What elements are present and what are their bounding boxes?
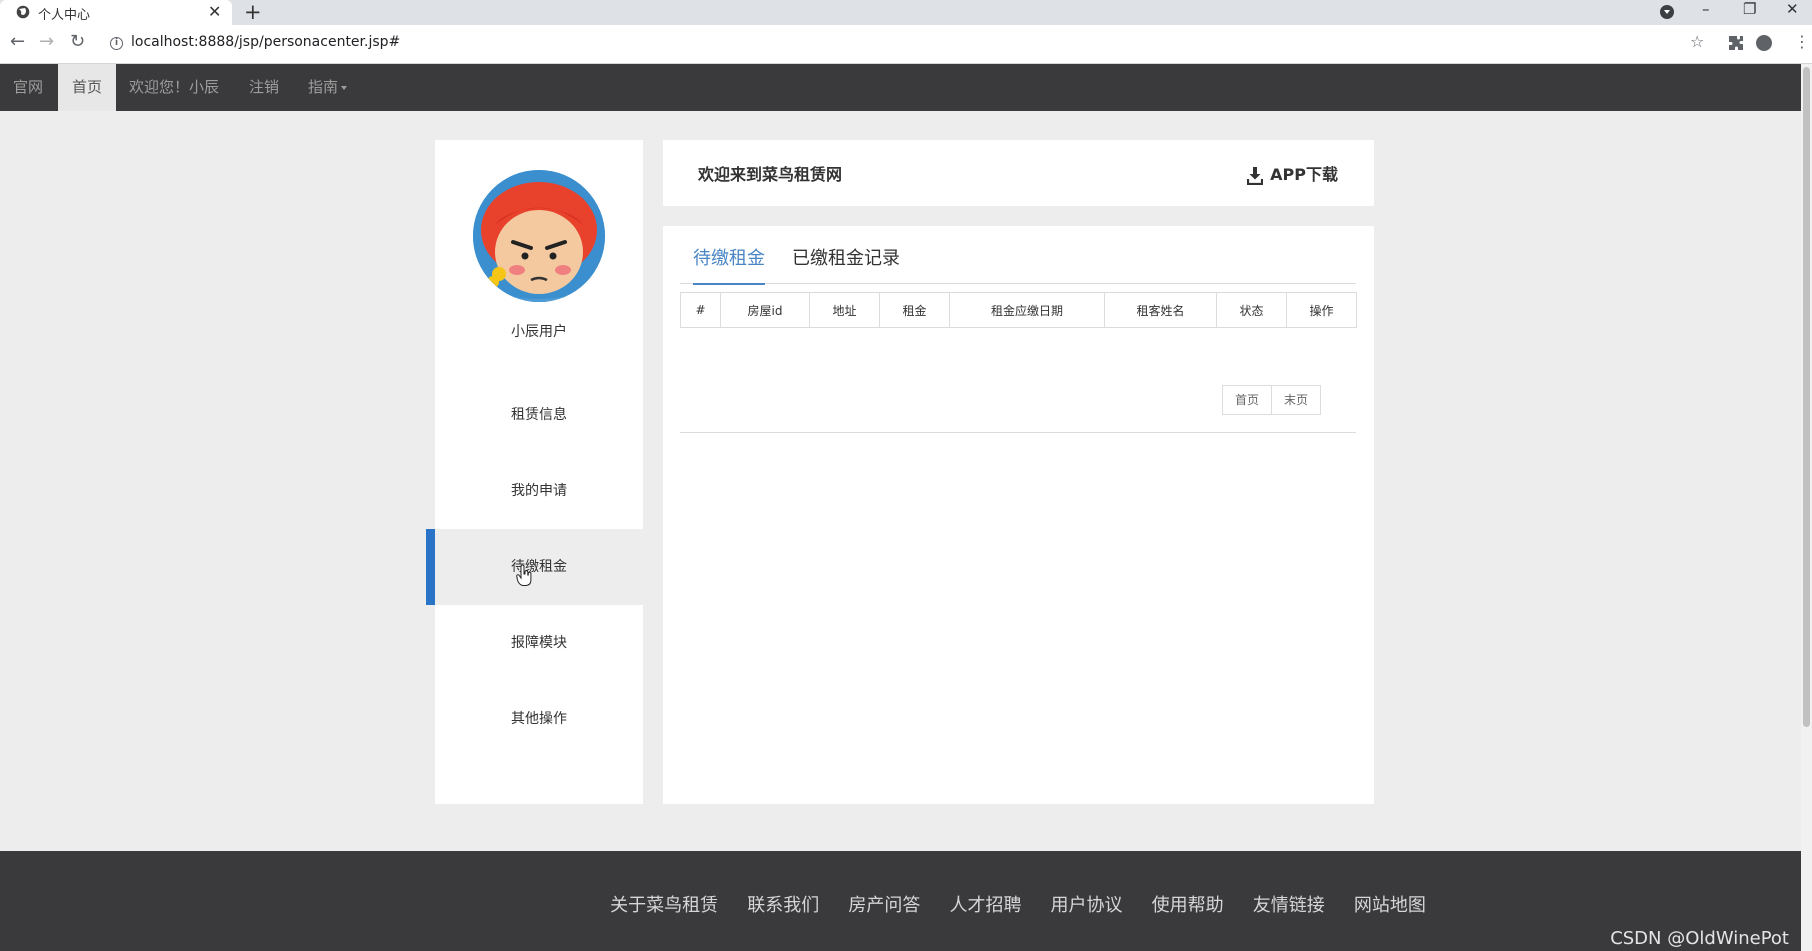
column-header-due-date: 租金应缴日期 xyxy=(949,292,1105,328)
rent-tabs: 待缴租金 已缴租金记录 xyxy=(680,226,1356,285)
scrollbar-thumb[interactable] xyxy=(1803,67,1810,727)
column-header-status: 状态 xyxy=(1216,292,1287,328)
footer-links: 关于菜鸟租赁 联系我们 房产问答 人才招聘 用户协议 使用帮助 友情链接 网站地… xyxy=(0,891,1812,917)
tab-pending-rent[interactable]: 待缴租金 xyxy=(693,244,765,285)
profile-icon[interactable] xyxy=(1756,35,1772,51)
tab-search-icon[interactable] xyxy=(1660,5,1674,19)
browser-tab-strip: 个人中心 ✕ + – ❐ ✕ xyxy=(0,0,1812,25)
nav-home[interactable]: 首页 xyxy=(58,64,116,111)
sidebar-item-my-applications[interactable]: 我的申请 xyxy=(435,453,643,529)
main-panel: 待缴租金 已缴租金记录 # 房屋id 地址 租金 租金应缴日期 租客姓名 状态 … xyxy=(663,226,1374,804)
download-icon xyxy=(1247,166,1264,185)
welcome-title: 欢迎来到菜鸟租赁网 xyxy=(698,165,843,184)
column-header-rent: 租金 xyxy=(879,292,950,328)
avatar-illustration xyxy=(473,170,605,302)
welcome-header: 欢迎来到菜鸟租赁网 APP下载 xyxy=(663,140,1374,206)
watermark: CSDN @OldWinePot xyxy=(1610,928,1789,949)
extensions-icon[interactable] xyxy=(1728,35,1744,51)
back-icon[interactable]: ← xyxy=(10,33,25,51)
nav-brand[interactable]: 官网 xyxy=(0,64,56,111)
user-sidebar: 小辰用户 租赁信息 我的申请 待缴租金 报障模块 其他操作 xyxy=(435,140,643,804)
divider xyxy=(680,432,1356,433)
tab-close-icon[interactable]: ✕ xyxy=(208,2,221,21)
footer-link-help[interactable]: 使用帮助 xyxy=(1152,895,1224,916)
site-info-icon[interactable]: i xyxy=(110,37,123,50)
sidebar-active-indicator xyxy=(426,529,435,605)
restore-icon[interactable]: ❐ xyxy=(1743,0,1756,18)
footer-link-about[interactable]: 关于菜鸟租赁 xyxy=(610,895,718,916)
nav-guide-dropdown[interactable]: 指南 xyxy=(308,64,348,111)
tab-paid-rent-records[interactable]: 已缴租金记录 xyxy=(792,244,900,283)
footer-link-faq[interactable]: 房产问答 xyxy=(848,895,920,916)
minimize-icon[interactable]: – xyxy=(1702,0,1710,18)
sidebar-item-rental-info[interactable]: 租赁信息 xyxy=(435,377,643,453)
sidebar-item-pending-rent[interactable]: 待缴租金 xyxy=(435,529,643,605)
site-navbar: 官网 首页 欢迎您！小辰 注销 指南 xyxy=(0,64,1801,111)
close-window-icon[interactable]: ✕ xyxy=(1786,0,1799,18)
last-page-button[interactable]: 末页 xyxy=(1272,385,1322,415)
username: 小辰用户 xyxy=(511,324,567,340)
column-header-actions: 操作 xyxy=(1286,292,1357,328)
nav-logout[interactable]: 注销 xyxy=(249,64,279,111)
column-header-index: # xyxy=(680,292,721,328)
new-tab-button[interactable]: + xyxy=(244,0,262,24)
avatar xyxy=(473,170,605,302)
site-footer: 关于菜鸟租赁 联系我们 房产问答 人才招聘 用户协议 使用帮助 友情链接 网站地… xyxy=(0,851,1801,951)
footer-link-friend-links[interactable]: 友情链接 xyxy=(1253,895,1325,916)
column-header-address: 地址 xyxy=(809,292,880,328)
app-download-link[interactable]: APP下载 xyxy=(1247,161,1338,185)
bookmark-star-icon[interactable]: ☆ xyxy=(1690,34,1704,50)
address-bar[interactable]: localhost:8888/jsp/personacenter.jsp# xyxy=(131,34,400,50)
table-header-row: # 房屋id 地址 租金 租金应缴日期 租客姓名 状态 操作 xyxy=(680,292,1357,328)
column-header-tenant-name: 租客姓名 xyxy=(1104,292,1217,328)
footer-link-user-agreement[interactable]: 用户协议 xyxy=(1051,895,1123,916)
nav-greeting[interactable]: 欢迎您！小辰 xyxy=(129,64,219,111)
globe-icon xyxy=(16,5,30,19)
reload-icon[interactable]: ↻ xyxy=(70,33,85,51)
forward-icon[interactable]: → xyxy=(39,33,54,51)
caret-down-icon xyxy=(341,85,348,90)
browser-toolbar: ← → ↻ i localhost:8888/jsp/personacenter… xyxy=(0,25,1812,64)
tab-title: 个人中心 xyxy=(38,8,91,23)
rent-table: # 房屋id 地址 租金 租金应缴日期 租客姓名 状态 操作 xyxy=(680,292,1357,328)
browser-tab[interactable]: 个人中心 ✕ xyxy=(0,0,232,25)
sidebar-item-repair-reports[interactable]: 报障模块 xyxy=(435,605,643,681)
footer-link-contact[interactable]: 联系我们 xyxy=(747,895,819,916)
page-scrollbar[interactable] xyxy=(1801,64,1812,951)
sidebar-item-other-actions[interactable]: 其他操作 xyxy=(435,681,643,757)
column-header-house-id: 房屋id xyxy=(720,292,810,328)
app-download-label: APP下载 xyxy=(1270,165,1338,184)
footer-link-careers[interactable]: 人才招聘 xyxy=(949,895,1021,916)
nav-guide-label: 指南 xyxy=(308,78,339,96)
hand-cursor-icon xyxy=(516,565,532,586)
first-page-button[interactable]: 首页 xyxy=(1222,385,1273,415)
pagination: 首页 末页 xyxy=(1222,385,1322,415)
footer-link-sitemap[interactable]: 网站地图 xyxy=(1354,895,1426,916)
browser-menu-icon[interactable]: ⋮ xyxy=(1794,34,1810,50)
